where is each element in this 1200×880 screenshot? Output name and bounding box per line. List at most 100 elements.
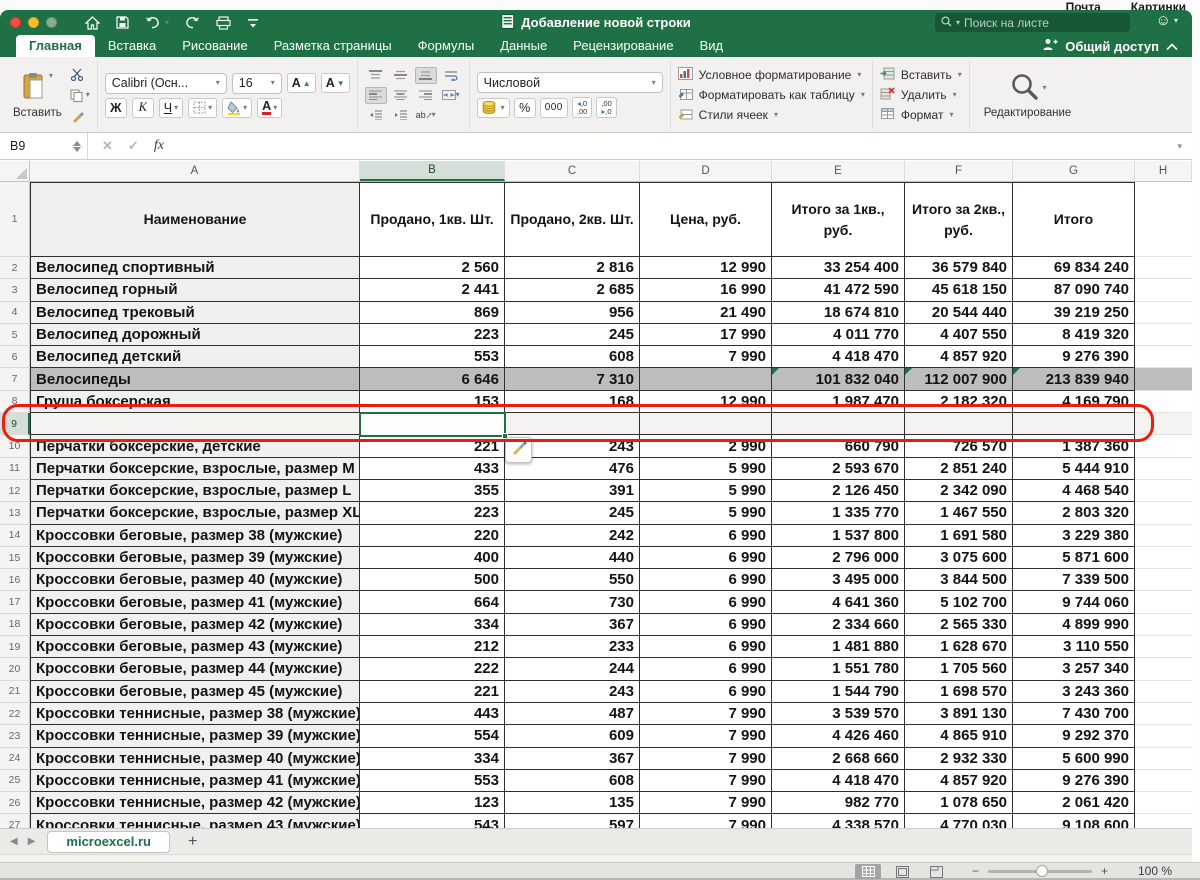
borders-button[interactable]: ▾ bbox=[188, 97, 218, 118]
cell[interactable]: 7 990 bbox=[640, 725, 772, 748]
cell[interactable]: 7 310 bbox=[505, 368, 640, 391]
cell[interactable]: 609 bbox=[505, 725, 640, 748]
cell[interactable]: 1 537 800 bbox=[772, 524, 905, 547]
cell[interactable]: 245 bbox=[505, 323, 640, 347]
cell[interactable]: Итого за 2кв., руб. bbox=[905, 182, 1013, 257]
zoom-in-icon[interactable]: + bbox=[1101, 864, 1108, 878]
column-header-E[interactable]: E bbox=[772, 161, 905, 181]
cell[interactable]: 2 816 bbox=[505, 257, 640, 280]
cell[interactable] bbox=[1135, 636, 1192, 659]
row-header-17[interactable]: 17 bbox=[0, 591, 30, 614]
cell[interactable]: 433 bbox=[360, 457, 505, 480]
cell[interactable]: 4 857 920 bbox=[905, 346, 1013, 369]
row-header-2[interactable]: 2 bbox=[0, 257, 30, 280]
zoom-window-button[interactable] bbox=[46, 17, 57, 28]
cell[interactable]: 3 075 600 bbox=[905, 546, 1013, 570]
cell[interactable]: 4 407 550 bbox=[905, 323, 1013, 347]
cell[interactable] bbox=[1135, 680, 1192, 703]
cell[interactable]: 6 990 bbox=[640, 569, 772, 592]
cell[interactable]: 233 bbox=[505, 636, 640, 659]
name-box-stepper[interactable] bbox=[73, 140, 81, 152]
cell[interactable]: 243 bbox=[505, 680, 640, 703]
bold-button[interactable]: Ж bbox=[104, 97, 127, 118]
copy-icon[interactable]: ▾ bbox=[70, 87, 90, 103]
zoom-out-icon[interactable]: − bbox=[972, 864, 979, 878]
cell[interactable]: 367 bbox=[505, 613, 640, 637]
tab-Рисование[interactable]: Рисование bbox=[169, 35, 260, 57]
row-header-13[interactable]: 13 bbox=[0, 502, 30, 525]
row-header-5[interactable]: 5 bbox=[0, 323, 30, 347]
cell[interactable]: 4 418 470 bbox=[772, 346, 905, 369]
cell[interactable]: 6 990 bbox=[640, 680, 772, 703]
style-command-1[interactable]: Условное форматирование ▾ bbox=[677, 67, 865, 83]
column-header-A[interactable]: A bbox=[30, 161, 360, 181]
cell[interactable]: 3 495 000 bbox=[772, 569, 905, 592]
undo-dropdown-icon[interactable]: ▾ bbox=[165, 18, 169, 27]
cell[interactable]: 7 990 bbox=[640, 792, 772, 815]
cell[interactable]: 1 628 670 bbox=[905, 636, 1013, 659]
row-header-18[interactable]: 18 bbox=[0, 613, 30, 637]
cell[interactable] bbox=[1135, 792, 1192, 815]
normal-view-button[interactable] bbox=[855, 864, 881, 879]
cell[interactable]: 5 102 700 bbox=[905, 591, 1013, 614]
cell[interactable]: 7 990 bbox=[640, 702, 772, 726]
cell[interactable]: 2 342 090 bbox=[905, 479, 1013, 503]
print-icon[interactable] bbox=[216, 15, 231, 30]
decrease-decimal-icon[interactable]: ,00 ▸,0 bbox=[596, 97, 617, 118]
cell[interactable]: Кроссовки беговые, размер 40 (мужские) bbox=[30, 569, 360, 592]
cell[interactable]: 212 bbox=[360, 636, 505, 659]
tab-Рецензирование[interactable]: Рецензирование bbox=[560, 35, 686, 57]
cell[interactable]: Кроссовки теннисные, размер 40 (мужские) bbox=[30, 747, 360, 770]
cell[interactable] bbox=[1135, 702, 1192, 726]
cell[interactable]: 664 bbox=[360, 591, 505, 614]
cell[interactable]: 242 bbox=[505, 524, 640, 547]
cell[interactable]: Велосипед детский bbox=[30, 346, 360, 369]
row-header-19[interactable]: 19 bbox=[0, 636, 30, 659]
cell[interactable]: 5 871 600 bbox=[1013, 546, 1135, 570]
cell[interactable]: 2 441 bbox=[360, 279, 505, 302]
cell[interactable]: 7 339 500 bbox=[1013, 569, 1135, 592]
cell[interactable] bbox=[1135, 613, 1192, 637]
cell[interactable]: 18 674 810 bbox=[772, 301, 905, 324]
tab-Главная[interactable]: Главная bbox=[16, 35, 95, 57]
cell[interactable]: 87 090 740 bbox=[1013, 279, 1135, 302]
cell[interactable]: 869 bbox=[360, 301, 505, 324]
cell[interactable]: 39 219 250 bbox=[1013, 301, 1135, 324]
save-icon[interactable] bbox=[116, 16, 129, 29]
cell[interactable]: 6 990 bbox=[640, 613, 772, 637]
cell[interactable] bbox=[1135, 479, 1192, 503]
cell[interactable]: 3 257 340 bbox=[1013, 658, 1135, 681]
cell[interactable]: Велосипеды bbox=[30, 368, 360, 391]
cell[interactable]: 5 990 bbox=[640, 479, 772, 503]
cell[interactable] bbox=[1135, 769, 1192, 793]
cell[interactable]: 5 600 990 bbox=[1013, 747, 1135, 770]
browser-link-images[interactable]: Картинки bbox=[1131, 0, 1186, 10]
cell[interactable]: 4 011 770 bbox=[772, 323, 905, 347]
formula-bar-expand-icon[interactable]: ▾ bbox=[1177, 141, 1182, 152]
grow-font-button[interactable]: А ▲ bbox=[286, 73, 316, 93]
cell[interactable]: 334 bbox=[360, 613, 505, 637]
cells-command-2[interactable]: Удалить ▾ bbox=[880, 87, 962, 103]
column-header-G[interactable]: G bbox=[1013, 161, 1135, 181]
number-format-select[interactable]: Числовой ▾ bbox=[476, 72, 663, 93]
cell[interactable] bbox=[1135, 346, 1192, 369]
row-header-20[interactable]: 20 bbox=[0, 658, 30, 681]
cell[interactable]: Кроссовки беговые, размер 38 (мужские) bbox=[30, 524, 360, 547]
sheet-tab-active[interactable]: microexcel.ru bbox=[47, 830, 170, 853]
cell[interactable]: 2 565 330 bbox=[905, 613, 1013, 637]
cell[interactable]: Кроссовки теннисные, размер 41 (мужские) bbox=[30, 769, 360, 793]
cell[interactable] bbox=[1135, 279, 1192, 302]
cell[interactable]: 69 834 240 bbox=[1013, 257, 1135, 280]
cell[interactable] bbox=[1135, 546, 1192, 570]
cell[interactable]: 8 419 320 bbox=[1013, 323, 1135, 347]
cell[interactable]: 4 468 540 bbox=[1013, 479, 1135, 503]
cell[interactable]: 4 418 470 bbox=[772, 769, 905, 793]
cell[interactable]: Продано, 1кв. Шт. bbox=[360, 182, 505, 257]
page-break-view-button[interactable] bbox=[923, 864, 949, 879]
cell[interactable]: Велосипед трековый bbox=[30, 301, 360, 324]
cell[interactable]: 500 bbox=[360, 569, 505, 592]
cell[interactable]: 956 bbox=[505, 301, 640, 324]
feedback-smiley-icon[interactable]: ☺ ▾ bbox=[1156, 12, 1178, 29]
cell[interactable]: 5 444 910 bbox=[1013, 457, 1135, 480]
cell[interactable]: 7 990 bbox=[640, 747, 772, 770]
